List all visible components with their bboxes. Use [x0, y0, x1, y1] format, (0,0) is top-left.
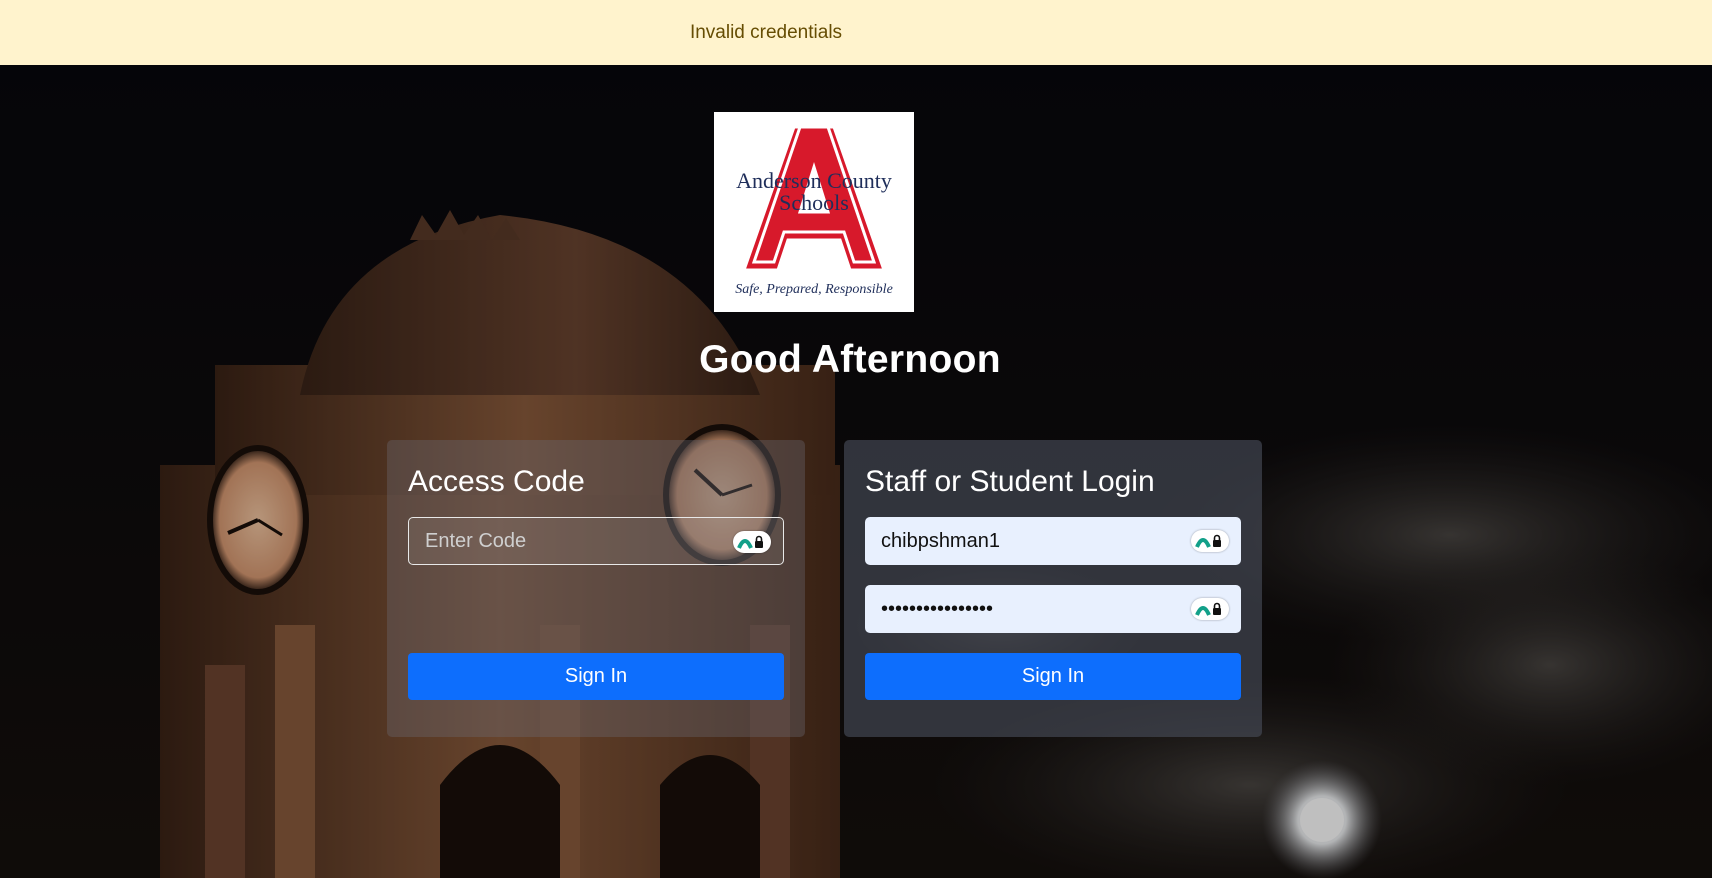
- access-code-field: [408, 517, 784, 565]
- password-manager-icon[interactable]: [733, 531, 771, 553]
- alert-message: Invalid credentials: [689, 21, 843, 43]
- access-code-input[interactable]: [409, 518, 783, 564]
- staff-student-login-card: Staff or Student Login Sign In: [844, 440, 1262, 737]
- login-title: Staff or Student Login: [865, 465, 1155, 498]
- username-field: [865, 517, 1241, 565]
- access-code-card: Access Code Sign In: [387, 440, 805, 737]
- password-field: [865, 585, 1241, 633]
- access-code-title: Access Code: [408, 465, 585, 498]
- logo-name-line1: Anderson County: [736, 168, 892, 193]
- access-code-sign-in-button[interactable]: Sign In: [408, 653, 784, 700]
- login-sign-in-button[interactable]: Sign In: [865, 653, 1241, 700]
- logo-name: Anderson County Schools: [714, 170, 914, 214]
- password-manager-icon[interactable]: [1191, 530, 1229, 552]
- greeting-text: Good Afternoon: [699, 338, 1001, 381]
- logo-name-line2: Schools: [779, 190, 849, 215]
- school-logo: Anderson County Schools Safe, Prepared, …: [714, 112, 914, 312]
- error-alert: Invalid credentials: [0, 0, 1712, 66]
- greeting: Good Afternoon: [0, 338, 1712, 382]
- logo-motto: Safe, Prepared, Responsible: [735, 282, 893, 297]
- password-input[interactable]: [865, 585, 1241, 633]
- password-manager-icon[interactable]: [1191, 598, 1229, 620]
- username-input[interactable]: [865, 517, 1241, 565]
